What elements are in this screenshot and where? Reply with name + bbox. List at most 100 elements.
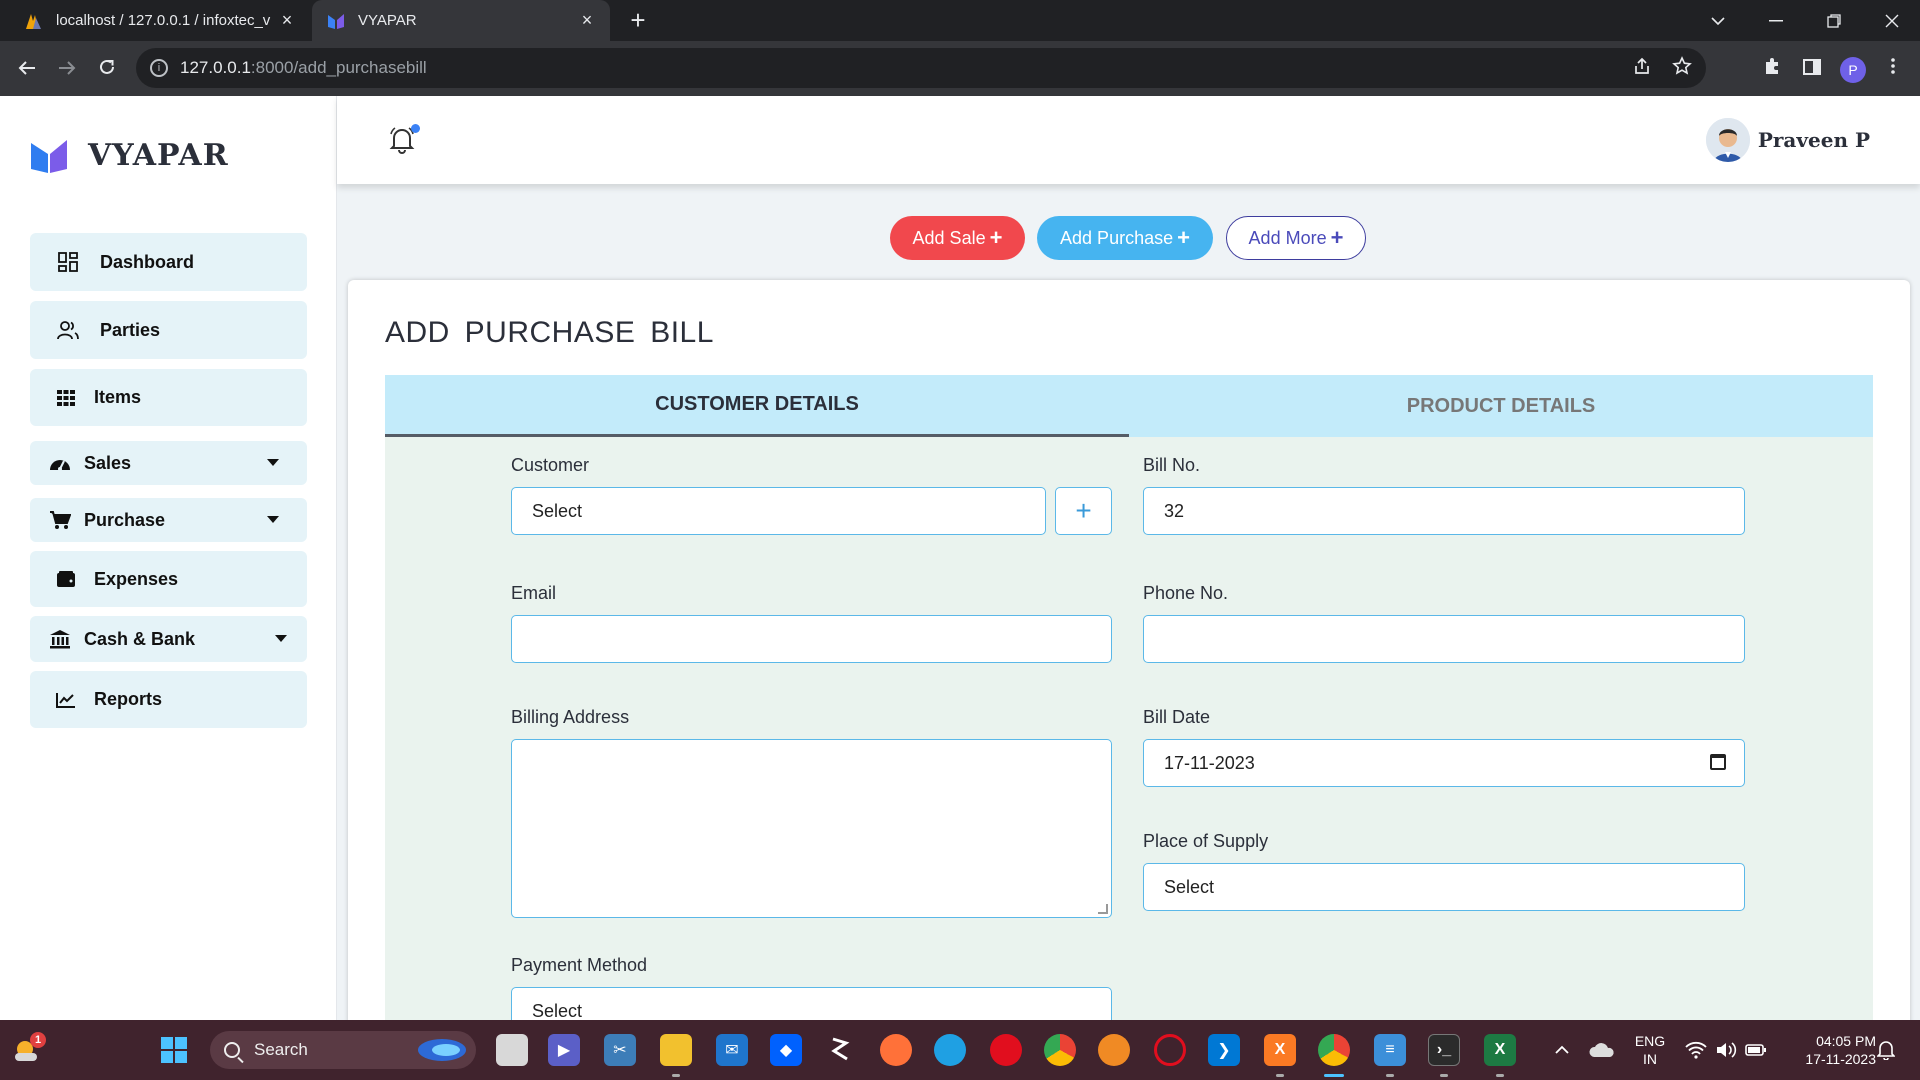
edge-icon[interactable]	[934, 1034, 966, 1066]
snipping-tool-icon[interactable]: ✂	[604, 1034, 636, 1066]
chrome-active-icon[interactable]	[1318, 1034, 1350, 1066]
add-customer-button[interactable]: +	[1055, 487, 1112, 535]
billing-address-label: Billing Address	[511, 707, 630, 727]
vscode-icon[interactable]: ❯	[1208, 1034, 1240, 1066]
reload-icon[interactable]	[92, 54, 122, 84]
chrome-icon[interactable]	[1044, 1034, 1076, 1066]
add-more-label: Add More	[1248, 227, 1327, 248]
xampp-icon[interactable]: X	[1264, 1034, 1296, 1066]
task-view-icon[interactable]	[496, 1034, 528, 1066]
email-label: Email	[511, 583, 557, 603]
new-tab-button[interactable]: +	[624, 6, 652, 34]
page-title: ADD PURCHASE BILL	[385, 316, 714, 349]
plus-icon: +	[989, 225, 1003, 250]
sidebar-item-items[interactable]: Items	[30, 369, 307, 426]
avatar	[1705, 118, 1750, 162]
sidebar-item-purchase[interactable]: Purchase	[30, 498, 307, 542]
billing-address-textarea[interactable]	[511, 739, 1112, 918]
wifi-icon[interactable]	[1680, 1034, 1712, 1066]
phone-field[interactable]	[1143, 615, 1745, 663]
user-menu[interactable]: Praveen P	[1705, 118, 1870, 162]
opera-gx-icon[interactable]	[1154, 1034, 1186, 1066]
customer-label: Customer	[511, 455, 590, 475]
sidebar-item-reports[interactable]: Reports	[30, 671, 307, 728]
firefox-icon[interactable]	[880, 1034, 912, 1066]
mail-icon[interactable]: ✉	[716, 1034, 748, 1066]
system-clock[interactable]: 04:05 PM 17-11-2023	[1776, 1032, 1876, 1068]
sidebar: VYAPAR Dashboard Parties Items Sales Pur…	[0, 96, 337, 1020]
dropbox-icon[interactable]: ◆	[770, 1034, 802, 1066]
running-indicator	[1496, 1074, 1504, 1077]
notification-bell-icon[interactable]	[1870, 1034, 1902, 1066]
tray-chevron-up-icon[interactable]	[1546, 1034, 1578, 1066]
windows-start-icon[interactable]	[158, 1034, 190, 1066]
side-panel-icon[interactable]	[1797, 54, 1827, 84]
sidebar-item-dashboard[interactable]: Dashboard	[30, 233, 307, 291]
teams-chat-icon[interactable]: ▶	[548, 1034, 580, 1066]
tab-search-chevron-icon[interactable]	[1690, 0, 1746, 41]
sidebar-item-sales[interactable]: Sales	[30, 441, 307, 485]
sidebar-item-cash-bank[interactable]: Cash & Bank	[30, 616, 307, 662]
file-explorer-icon[interactable]	[660, 1034, 692, 1066]
tab-product-details[interactable]: PRODUCT DETAILS	[1129, 375, 1873, 437]
sidebar-item-parties[interactable]: Parties	[30, 301, 307, 359]
browser-tab-phpmyadmin[interactable]: localhost / 127.0.0.1 / infoxtec_v ×	[10, 0, 310, 41]
input-language[interactable]: ENG IN	[1628, 1032, 1672, 1068]
bookmark-star-icon[interactable]	[1672, 56, 1692, 76]
terminal-icon[interactable]: ›_	[1428, 1034, 1460, 1066]
plus-icon: +	[1330, 225, 1344, 250]
place-of-supply-select[interactable]: Select	[1143, 863, 1745, 911]
running-indicator	[672, 1074, 680, 1077]
tab-customer-details[interactable]: CUSTOMER DETAILS	[385, 375, 1129, 437]
onedrive-icon[interactable]	[1586, 1034, 1618, 1066]
brave-icon[interactable]	[1098, 1034, 1130, 1066]
taskbar-search-input[interactable]: Search	[210, 1031, 476, 1069]
language-text: ENG	[1634, 1033, 1666, 1049]
calendar-icon[interactable]	[1710, 754, 1726, 770]
add-purchase-label: Add Purchase	[1060, 227, 1174, 248]
site-info-icon[interactable]: i	[150, 59, 168, 77]
sublime-text-icon[interactable]	[824, 1034, 856, 1066]
cart-icon	[48, 508, 72, 532]
logo-text: VYAPAR	[88, 137, 229, 173]
share-icon[interactable]	[1632, 56, 1652, 76]
bill-date-input[interactable]: 17-11-2023	[1143, 739, 1745, 787]
minimize-icon[interactable]	[1748, 0, 1804, 41]
speedometer-icon	[48, 451, 72, 475]
add-sale-button[interactable]: Add Sale +	[890, 216, 1025, 260]
notepad-icon[interactable]: ≡	[1374, 1034, 1406, 1066]
region-text: IN	[1643, 1051, 1657, 1067]
url-host: 127.0.0.1	[180, 58, 251, 77]
add-more-button[interactable]: Add More +	[1226, 216, 1366, 260]
weather-widget-icon[interactable]: 1	[10, 1032, 46, 1068]
sidebar-item-label: Sales	[84, 452, 132, 473]
excel-icon[interactable]: X	[1484, 1034, 1516, 1066]
restore-icon[interactable]	[1806, 0, 1862, 41]
back-icon[interactable]	[12, 54, 42, 84]
plus-icon: +	[1177, 225, 1190, 250]
add-purchase-button[interactable]: Add Purchase +	[1037, 216, 1213, 260]
close-tab-icon[interactable]: ×	[578, 10, 596, 31]
email-field[interactable]	[511, 615, 1112, 663]
battery-icon[interactable]	[1740, 1034, 1772, 1066]
bill-no-input[interactable]: 32	[1143, 487, 1745, 535]
app-logo[interactable]: VYAPAR	[30, 136, 229, 174]
forward-icon[interactable]	[52, 54, 82, 84]
address-bar[interactable]: i 127.0.0.1:8000/add_purchasebill	[136, 48, 1706, 88]
close-window-icon[interactable]	[1864, 0, 1920, 41]
sidebar-item-expenses[interactable]: Expenses	[30, 551, 307, 607]
running-indicator	[1276, 1074, 1284, 1077]
profile-avatar[interactable]: P	[1840, 57, 1866, 83]
more-menu-icon[interactable]	[1878, 54, 1908, 84]
bing-decoration-icon	[418, 1039, 466, 1061]
resize-grip-icon[interactable]	[1098, 904, 1108, 914]
customer-select[interactable]: Select	[511, 487, 1046, 535]
volume-icon[interactable]	[1710, 1034, 1742, 1066]
browser-toolbar: i 127.0.0.1:8000/add_purchasebill P	[0, 41, 1920, 96]
opera-icon[interactable]	[990, 1034, 1022, 1066]
close-tab-icon[interactable]: ×	[278, 10, 296, 31]
extensions-puzzle-icon[interactable]	[1757, 54, 1787, 84]
browser-tab-vyapar[interactable]: VYAPAR ×	[312, 0, 610, 41]
phone-label: Phone No.	[1143, 583, 1229, 603]
chart-line-icon	[54, 688, 78, 712]
